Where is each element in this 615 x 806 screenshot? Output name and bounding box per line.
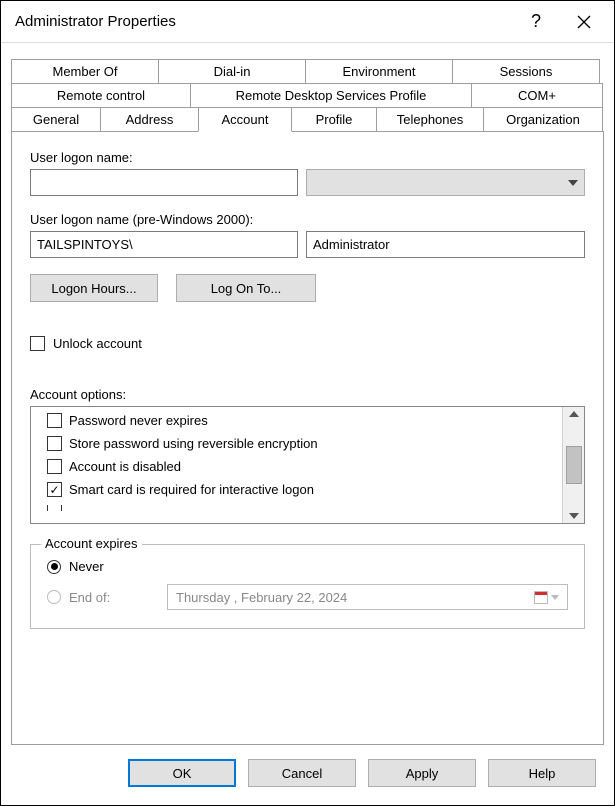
expires-never-label: Never	[69, 559, 104, 574]
logon-pre2000-label: User logon name (pre-Windows 2000):	[30, 212, 585, 227]
logon-hours-button[interactable]: Logon Hours...	[30, 274, 158, 302]
opt-truncated-checkbox[interactable]	[47, 505, 62, 511]
tab-account[interactable]: Account	[198, 107, 292, 132]
tab-profile[interactable]: Profile	[291, 107, 377, 131]
logon-name-input[interactable]	[30, 169, 298, 196]
domain-prefix-input[interactable]	[30, 231, 298, 258]
scroll-down-icon[interactable]	[569, 513, 579, 519]
scroll-thumb[interactable]	[566, 446, 582, 484]
tab-address[interactable]: Address	[100, 107, 199, 131]
unlock-account-label: Unlock account	[53, 336, 142, 351]
tab-organization[interactable]: Organization	[483, 107, 603, 131]
help-icon[interactable]: ?	[514, 7, 558, 37]
tab-member-of[interactable]: Member Of	[11, 59, 159, 83]
opt-reversible-encryption-label: Store password using reversible encrypti…	[69, 436, 318, 451]
unlock-account-checkbox[interactable]	[30, 336, 45, 351]
tab-strip: Member Of Dial-in Environment Sessions R…	[11, 59, 604, 131]
apply-button[interactable]: Apply	[368, 759, 476, 787]
log-on-to-button[interactable]: Log On To...	[176, 274, 316, 302]
expires-never-radio[interactable]	[47, 560, 61, 574]
titlebar: Administrator Properties ?	[1, 1, 614, 43]
dialog-footer: OK Cancel Apply Help	[1, 745, 614, 805]
cancel-button[interactable]: Cancel	[248, 759, 356, 787]
expires-endof-radio[interactable]	[47, 590, 61, 604]
ok-button[interactable]: OK	[128, 759, 236, 787]
account-options-list: Password never expires Store password us…	[30, 406, 585, 524]
tab-com-plus[interactable]: COM+	[471, 83, 603, 107]
chevron-down-icon	[551, 595, 559, 600]
tab-telephones[interactable]: Telephones	[376, 107, 484, 131]
sam-account-input[interactable]	[306, 231, 585, 258]
opt-smartcard-required-checkbox[interactable]: ✓	[47, 482, 62, 497]
calendar-icon	[534, 591, 548, 604]
logon-name-label: User logon name:	[30, 150, 585, 165]
expires-date-picker[interactable]: Thursday , February 22, 2024	[167, 584, 568, 610]
tab-environment[interactable]: Environment	[305, 59, 453, 83]
close-icon[interactable]	[562, 7, 606, 37]
opt-pwd-never-expires-checkbox[interactable]	[47, 413, 62, 428]
tab-panel-account: User logon name: User logon name (pre-Wi…	[11, 131, 604, 745]
tab-rds-profile[interactable]: Remote Desktop Services Profile	[190, 83, 472, 107]
tab-sessions[interactable]: Sessions	[452, 59, 600, 83]
expires-endof-label: End of:	[69, 590, 159, 605]
expires-date-text: Thursday , February 22, 2024	[176, 590, 347, 605]
window-title: Administrator Properties	[15, 13, 514, 30]
account-options-label: Account options:	[30, 387, 585, 402]
help-button[interactable]: Help	[488, 759, 596, 787]
opt-account-disabled-checkbox[interactable]	[47, 459, 62, 474]
opt-reversible-encryption-checkbox[interactable]	[47, 436, 62, 451]
dialog-window: Administrator Properties ? Member Of Dia…	[0, 0, 615, 806]
account-expires-group: Account expires Never End of: Thursday ,…	[30, 544, 585, 629]
tab-dial-in[interactable]: Dial-in	[158, 59, 306, 83]
upn-suffix-combo[interactable]	[306, 169, 585, 196]
options-scrollbar[interactable]	[562, 407, 584, 523]
tab-remote-control[interactable]: Remote control	[11, 83, 191, 107]
scroll-up-icon[interactable]	[569, 411, 579, 417]
account-expires-title: Account expires	[41, 536, 142, 551]
tab-general[interactable]: General	[11, 107, 101, 131]
opt-pwd-never-expires-label: Password never expires	[69, 413, 208, 428]
opt-smartcard-required-label: Smart card is required for interactive l…	[69, 482, 314, 497]
opt-account-disabled-label: Account is disabled	[69, 459, 181, 474]
chevron-down-icon	[568, 180, 578, 186]
